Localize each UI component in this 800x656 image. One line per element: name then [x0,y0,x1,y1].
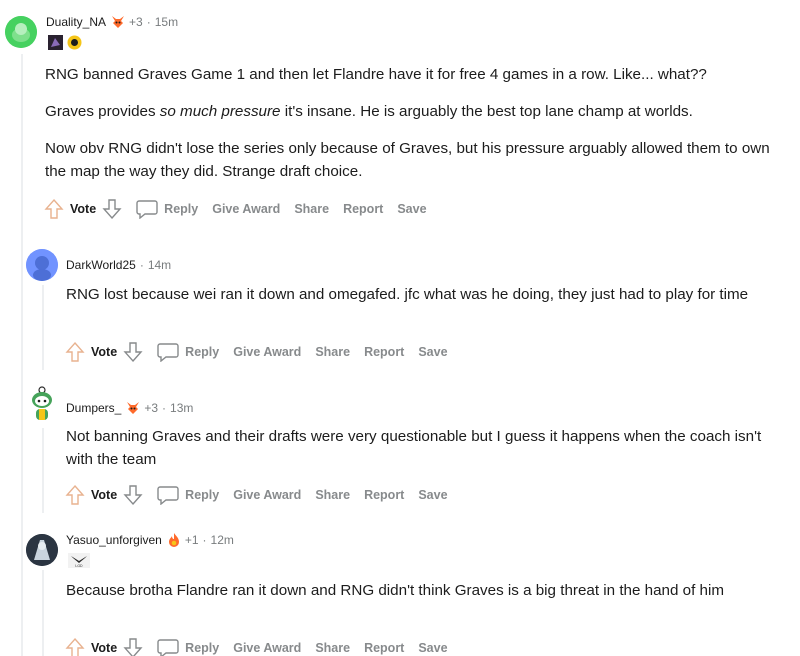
share-button[interactable]: Share [315,641,350,655]
timestamp[interactable]: 14m [148,258,171,272]
thread-line[interactable] [42,570,44,656]
vote-count: Vote [91,641,118,655]
comment-meta: DarkWorld25 · 14m [66,258,171,272]
author-name[interactable]: DarkWorld25 [66,258,136,272]
downvote-arrow-icon[interactable] [102,198,122,220]
fox-emoji-icon [112,16,125,28]
fox-emoji-icon [127,402,140,414]
avatar[interactable] [26,249,58,281]
karma-count: +3 [144,401,159,415]
avatar[interactable] [26,534,58,566]
report-button[interactable]: Report [343,202,383,216]
comment-bubble-icon [157,486,179,505]
paragraph: Now obv RNG didn't lose the series only … [45,140,770,180]
snoo-avatar-icon [32,386,52,420]
comment-body: Not banning Graves and their drafts were… [66,425,776,485]
reply-label: Reply [185,488,220,502]
upvote-arrow-icon[interactable] [65,341,85,363]
give-award-button[interactable]: Give Award [233,345,301,359]
save-button[interactable]: Save [418,488,447,502]
paragraph: Because brotha Flandre ran it down and R… [66,582,725,599]
author-name[interactable]: Dumpers_ [66,401,121,415]
separator-dot: · [146,15,151,29]
timestamp[interactable]: 12m [211,533,234,547]
downvote-arrow-icon[interactable] [123,484,143,506]
save-button[interactable]: Save [397,202,426,216]
reply-label: Reply [164,202,199,216]
report-button[interactable]: Report [364,641,404,655]
share-button[interactable]: Share [315,488,350,502]
comment-body: Because brotha Flandre ran it down and R… [66,579,776,616]
snoo-avatar-icon [5,16,37,48]
champion-flair-icon [48,35,63,50]
paragraph: RNG lost because wei ran it down and ome… [66,286,749,303]
comment-body: RNG lost because wei ran it down and ome… [66,283,776,320]
separator-dot: · [139,258,144,272]
timestamp[interactable]: 15m [155,15,178,29]
comment-actions: Vote Reply Give Award Share Report Save [65,341,462,363]
karma-count: +1 [184,533,199,547]
vote-count: Vote [91,488,118,502]
vote-count: Vote [91,345,118,359]
separator-dot: · [162,401,167,415]
downvote-arrow-icon[interactable] [123,341,143,363]
thread-line[interactable] [42,428,44,513]
reply-label: Reply [185,641,220,655]
share-button[interactable]: Share [294,202,329,216]
snoo-avatar-icon [26,249,58,281]
reply-button[interactable]: Reply [157,485,219,505]
upvote-arrow-icon[interactable] [65,484,85,506]
author-name[interactable]: Yasuo_unforgiven [66,533,162,547]
paragraph: Graves provides so much pressure it's in… [45,103,693,120]
give-award-button[interactable]: Give Award [233,488,301,502]
report-button[interactable]: Report [364,345,404,359]
reply-label: Reply [185,345,220,359]
comment-meta: Yasuo_unforgiven +1 · 12m [66,532,234,548]
team-flair-icon [67,35,82,50]
reply-button[interactable]: Reply [136,199,198,219]
reply-button[interactable]: Reply [157,342,219,362]
paragraph: RNG banned Graves Game 1 and then let Fl… [45,66,707,83]
comment-actions: Vote Reply Give Award Share Report Save [65,484,462,506]
save-button[interactable]: Save [418,641,447,655]
karma-count: +3 [129,15,143,29]
comment-bubble-icon [157,343,179,362]
user-avatar-icon [26,534,58,566]
comment-actions: Vote Reply Give Award Share Report Save [44,198,441,220]
separator-dot: · [202,533,207,547]
user-flair: LGD [68,553,90,568]
downvote-arrow-icon[interactable] [123,637,143,656]
report-button[interactable]: Report [364,488,404,502]
avatar[interactable] [26,384,58,424]
give-award-button[interactable]: Give Award [212,202,280,216]
reply-button[interactable]: Reply [157,638,219,656]
comment-actions: Vote Reply Give Award Share Report Save [65,637,462,656]
svg-text:LGD: LGD [75,564,83,568]
upvote-arrow-icon[interactable] [65,637,85,656]
paragraph: Not banning Graves and their drafts were… [66,428,762,468]
comment-body: RNG banned Graves Game 1 and then let Fl… [45,63,785,197]
vote-count: Vote [70,202,97,216]
thread-line[interactable] [42,285,44,370]
save-button[interactable]: Save [418,345,447,359]
comment-meta: Dumpers_ +3 · 13m [66,400,193,416]
comment-bubble-icon [157,639,179,656]
author-name[interactable]: Duality_NA [46,15,106,29]
share-button[interactable]: Share [315,345,350,359]
fire-emoji-icon [168,533,179,547]
avatar[interactable] [5,16,37,48]
comment-bubble-icon [136,200,158,219]
give-award-button[interactable]: Give Award [233,641,301,655]
thread-line[interactable] [21,54,23,656]
comment-meta: Duality_NA +3 · 15m [46,14,178,30]
upvote-arrow-icon[interactable] [44,198,64,220]
user-flair [48,35,82,50]
timestamp[interactable]: 13m [170,401,193,415]
team-logo-icon: LGD [68,553,90,568]
